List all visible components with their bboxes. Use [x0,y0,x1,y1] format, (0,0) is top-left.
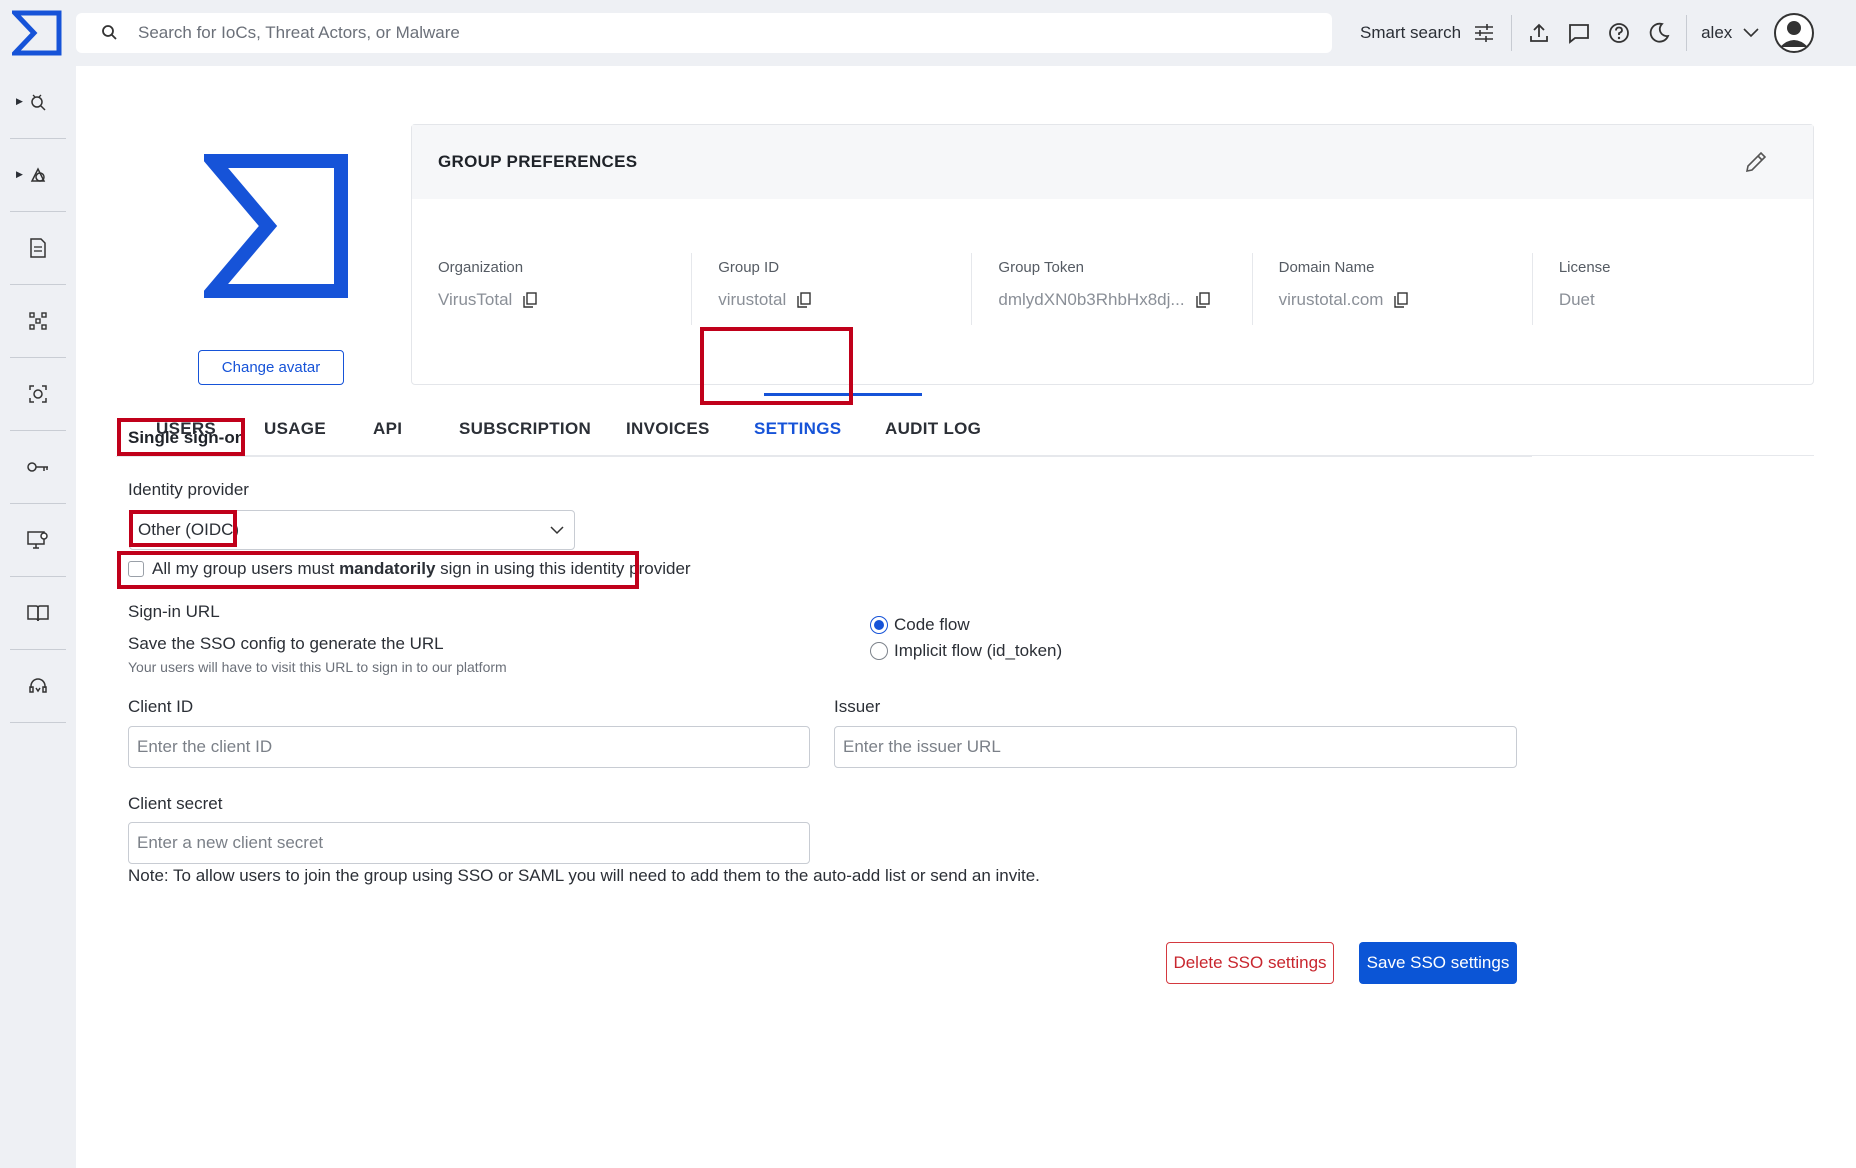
code-flow-radio[interactable] [870,616,888,634]
field-domain-name: Domain Name virustotal.com [1253,253,1533,325]
avatar[interactable] [1774,13,1815,53]
sidebar-item-threat-hunt[interactable]: ▶ [10,66,66,139]
field-group-token: Group Token dmlydXN0b3RhbHx8dj... [972,253,1253,325]
issuer-label: Issuer [834,697,881,716]
client-id-label: Client ID [128,697,194,716]
label-text: All my group users must [152,559,340,578]
support-icon [29,678,47,693]
field-label: Organization [438,259,524,276]
copy-icon[interactable] [1195,292,1211,308]
top-bar: Smart search alex [0,0,1856,66]
active-tab-indicator [764,393,922,396]
identity-provider-label: Identity provider [128,480,249,499]
sso-section-title: Single sign-on [128,428,246,447]
edit-pencil-icon[interactable] [1743,149,1769,175]
sidebar-item-device[interactable] [10,504,66,577]
tab-invoices[interactable]: INVOICES [626,396,710,456]
search-icon [102,25,117,40]
client-id-input[interactable] [128,726,810,768]
caret-right-icon: ▶ [16,96,23,106]
field-license: License Duet [1533,253,1813,325]
top-actions: Smart search alex [1360,13,1815,53]
field-value: dmlydXN0b3RhbHx8dj... [998,290,1185,309]
sidebar: ▶ ▶ [0,66,76,1168]
field-value: VirusTotal [438,290,513,309]
reports-icon [30,238,46,258]
sidebar-item-monitor[interactable] [10,358,66,431]
field-label: Group ID [718,259,780,276]
user-menu[interactable]: alex [1701,23,1732,43]
copy-icon[interactable] [522,292,538,308]
upload-icon[interactable] [1526,20,1552,46]
implicit-flow-radio[interactable] [870,642,888,660]
group-avatar-logo-icon [204,154,348,298]
copy-icon[interactable] [1393,292,1409,308]
virustotal-logo-icon[interactable] [12,10,62,56]
issuer-input[interactable] [834,726,1517,768]
client-secret-input[interactable] [128,822,810,864]
tab-subscription[interactable]: SUBSCRIPTION [459,396,591,456]
threat-hunt-icon [31,94,46,111]
divider [1511,15,1513,51]
identity-provider-select[interactable]: Other (OIDC) [129,510,575,550]
smart-search-label[interactable]: Smart search [1360,23,1461,43]
graph-icon [29,312,47,330]
signin-url-text: Save the SSO config to generate the URL [128,634,444,653]
field-organization: Organization VirusTotal [412,253,693,325]
dark-mode-icon[interactable] [1646,20,1672,46]
field-label: Group Token [998,259,1085,276]
help-icon[interactable] [1606,20,1632,46]
implicit-flow-label[interactable]: Implicit flow (id_token) [894,641,1062,661]
copy-icon[interactable] [796,292,812,308]
threat-landscape-icon [30,167,46,182]
monitor-icon [29,385,47,403]
sso-note: Note: To allow users to join the group u… [128,866,1040,885]
divider [1686,15,1688,51]
identity-provider-value: Other (OIDC) [138,520,240,539]
tab-settings[interactable]: SETTINGS [754,396,841,456]
signin-url-label: Sign-in URL [128,602,220,621]
mandatory-sso-checkbox[interactable] [128,561,144,577]
save-sso-button[interactable]: Save SSO settings [1359,942,1517,984]
caret-right-icon: ▶ [16,169,23,179]
group-preferences-fields: Organization VirusTotal Group ID virusto… [412,199,1813,325]
sidebar-item-threat-landscape[interactable]: ▶ [10,139,66,212]
section-divider [116,456,1532,457]
chevron-down-icon[interactable] [1738,20,1764,46]
tab-api[interactable]: API [373,396,402,456]
group-preferences-header: GROUP PREFERENCES [412,125,1813,199]
sliders-icon[interactable] [1471,20,1497,46]
tab-usage[interactable]: USAGE [264,396,326,456]
device-icon [27,531,48,549]
sidebar-item-graph[interactable] [10,285,66,358]
label-text: sign in using this identity provider [435,559,691,578]
chevron-down-icon [550,526,564,535]
tab-bar: USERS USAGE API SUBSCRIPTION INVOICES SE… [156,396,1814,456]
delete-sso-button[interactable]: Delete SSO settings [1166,942,1334,984]
api-key-icon [27,462,48,472]
field-label: License [1558,259,1611,276]
field-label: Domain Name [1278,259,1375,276]
group-preferences-card: GROUP PREFERENCES Organization VirusTota… [411,124,1814,385]
tab-audit-log[interactable]: AUDIT LOG [885,396,981,456]
client-secret-label: Client secret [128,794,223,813]
sidebar-item-support[interactable] [10,650,66,723]
sidebar-item-api-key[interactable] [10,431,66,504]
field-value: virustotal [718,290,787,309]
search-bar[interactable] [76,13,1332,53]
sidebar-item-reports[interactable] [10,212,66,285]
search-input[interactable] [138,23,1238,43]
field-group-id: Group ID virustotal [692,253,973,325]
docs-icon [27,605,49,622]
chat-icon[interactable] [1566,20,1592,46]
field-value: virustotal.com [1278,290,1384,309]
sidebar-item-docs[interactable] [10,577,66,650]
group-preferences-title: GROUP PREFERENCES [438,152,638,171]
code-flow-label[interactable]: Code flow [894,615,970,635]
mandatory-sso-label[interactable]: All my group users must mandatorily sign… [152,559,691,579]
signin-url-hint: Your users will have to visit this URL t… [128,659,507,675]
field-value: Duet [1558,290,1595,309]
change-avatar-button[interactable]: Change avatar [198,350,344,385]
label-bold-text: mandatorily [339,559,436,578]
